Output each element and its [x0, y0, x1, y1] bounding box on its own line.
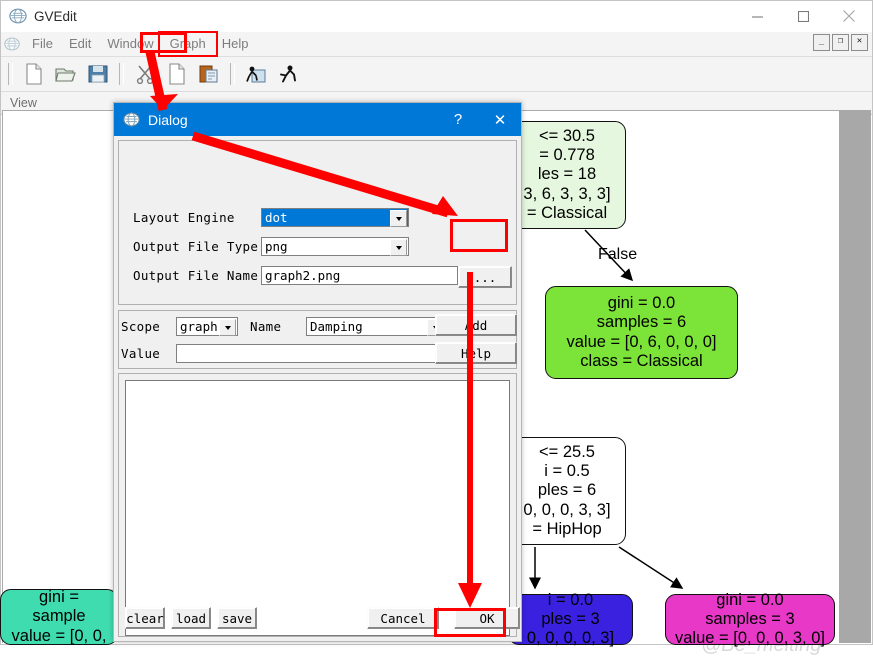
- attribute-panel: Scope graph Name Damping Value Add Help: [118, 310, 517, 369]
- toolbar-separator: [230, 63, 235, 85]
- value-row: Value: [121, 344, 444, 363]
- gvedit-logo-icon: [123, 112, 140, 127]
- add-attribute-button[interactable]: Add: [435, 314, 517, 336]
- open-folder-icon[interactable]: [50, 59, 82, 89]
- scope-select[interactable]: graph: [176, 317, 238, 336]
- output-settings-panel: Layout Engine dot Output File Type png O…: [118, 140, 517, 305]
- attribute-help-button[interactable]: Help: [435, 342, 517, 364]
- menu-graph[interactable]: Graph: [157, 31, 218, 57]
- name-value: Damping: [310, 319, 363, 334]
- chevron-down-icon[interactable]: [390, 239, 407, 256]
- dialog-close-button[interactable]: ✕: [479, 103, 521, 136]
- window-controls: [734, 1, 872, 31]
- view-label: View: [10, 96, 37, 110]
- toolbar: [1, 57, 872, 92]
- new-file-icon[interactable]: [18, 59, 50, 89]
- minimize-button[interactable]: [734, 1, 780, 31]
- output-file-name-input[interactable]: graph2.png: [261, 266, 458, 285]
- gvedit-logo-icon: [9, 8, 27, 24]
- menu-graph-highlight-box: [157, 31, 218, 57]
- graph-settings-dialog: Dialog ? ✕ Layout Engine dot Output File…: [113, 102, 522, 642]
- clear-button[interactable]: clear: [125, 607, 165, 629]
- graph-source-textarea[interactable]: [125, 380, 510, 636]
- scope-row: Scope graph Name Damping: [121, 317, 446, 336]
- value-input[interactable]: [176, 344, 444, 363]
- layout-engine-label: Layout Engine: [133, 210, 235, 225]
- edge-label-false: False: [598, 246, 638, 263]
- copy-icon[interactable]: [161, 59, 193, 89]
- name-label: Name: [250, 319, 282, 334]
- dialog-help-button[interactable]: ?: [437, 103, 479, 136]
- mdi-window-controls: _ ❐ ✕: [813, 34, 868, 51]
- dialog-button-row: clear load save Cancel OK: [125, 607, 520, 629]
- dialog-titlebar[interactable]: Dialog ? ✕: [114, 103, 521, 136]
- dialog-title: Dialog: [148, 111, 188, 128]
- toolbar-separator: [8, 63, 13, 85]
- editor-panel: clear load save Cancel OK: [118, 373, 520, 637]
- run-person-icon[interactable]: [272, 59, 304, 89]
- save-button[interactable]: save: [217, 607, 257, 629]
- output-file-type-label: Output File Type: [133, 239, 259, 254]
- maximize-button[interactable]: [780, 1, 826, 31]
- window-titlebar: GVEdit: [1, 1, 872, 32]
- browse-button[interactable]: ...: [458, 266, 512, 288]
- layout-engine-row: Layout Engine dot: [133, 208, 409, 227]
- menu-help[interactable]: Help: [214, 34, 257, 54]
- output-file-name-label: Output File Name: [133, 268, 259, 283]
- menu-file[interactable]: File: [24, 34, 61, 54]
- mdi-close-button[interactable]: ✕: [851, 34, 868, 51]
- close-button[interactable]: [826, 1, 872, 31]
- scope-label: Scope: [121, 319, 161, 334]
- output-file-type-select[interactable]: png: [261, 237, 409, 256]
- mdi-restore-button[interactable]: ❐: [832, 34, 849, 51]
- output-file-name-row: Output File Name graph2.png: [133, 266, 458, 285]
- paste-icon[interactable]: [193, 59, 225, 89]
- ok-button[interactable]: OK: [454, 607, 520, 629]
- load-button[interactable]: load: [171, 607, 211, 629]
- menu-window[interactable]: Window: [99, 34, 161, 54]
- watermark: CSDN @Be_melting: [701, 611, 822, 656]
- save-disk-icon[interactable]: [82, 59, 114, 89]
- chevron-down-icon[interactable]: [219, 319, 236, 336]
- chevron-down-icon[interactable]: [390, 210, 407, 227]
- layout-engine-select[interactable]: dot: [261, 208, 409, 227]
- output-file-type-row: Output File Type png: [133, 237, 409, 256]
- output-file-type-value: png: [265, 239, 288, 254]
- dialog-title-buttons: ? ✕: [437, 103, 521, 136]
- mdi-minimize-button[interactable]: _: [813, 34, 830, 51]
- toolbar-separator: [119, 63, 124, 85]
- dialog-body: Layout Engine dot Output File Type png O…: [114, 136, 521, 641]
- menubar: File Edit Window Graph Help _ ❐ ✕: [1, 31, 872, 57]
- cut-scissors-icon[interactable]: [129, 59, 161, 89]
- cancel-button[interactable]: Cancel: [367, 607, 439, 629]
- gvedit-small-logo-icon: [4, 37, 20, 51]
- run-settings-icon[interactable]: [240, 59, 272, 89]
- layout-engine-value: dot: [265, 210, 288, 225]
- value-label: Value: [121, 346, 161, 361]
- scope-value: graph: [180, 319, 218, 334]
- menu-edit[interactable]: Edit: [61, 34, 99, 54]
- window-title: GVEdit: [34, 8, 77, 24]
- canvas-right-rail: [839, 110, 871, 643]
- name-select[interactable]: Damping: [306, 317, 446, 336]
